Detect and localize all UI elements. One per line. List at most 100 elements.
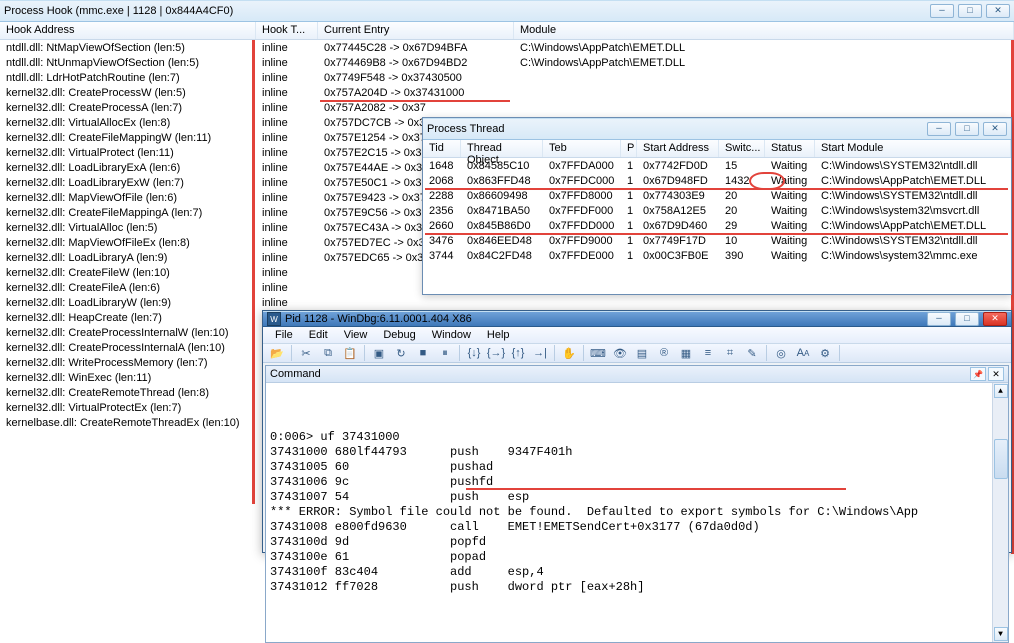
col-start-address[interactable]: Start Address [637, 140, 719, 157]
source-mode-icon[interactable]: ◎ [771, 344, 791, 362]
scrollbar[interactable]: ▲ ▼ [992, 383, 1008, 642]
run-to-cursor-icon[interactable]: →| [530, 344, 550, 362]
windbg-window[interactable]: W Pid 1128 - WinDbg:6.11.0001.404 X86 ─ … [262, 310, 1012, 553]
col-module[interactable]: Module [514, 22, 1014, 39]
close-button[interactable]: ✕ [983, 122, 1007, 136]
watch-window-icon[interactable]: 👁 [610, 344, 630, 362]
scroll-down-icon[interactable]: ▼ [994, 627, 1008, 641]
maximize-button[interactable]: □ [955, 312, 979, 326]
thread-cell-p: 1 [621, 235, 637, 247]
col-switches[interactable]: Switc... [719, 140, 765, 157]
hook-cell-addr: kernel32.dll: WriteProcessMemory (len:7) [0, 357, 256, 369]
minimize-button[interactable]: ─ [930, 4, 954, 18]
main-titlebar[interactable]: Process Hook (mmc.exe | 1128 | 0x844A4CF… [0, 0, 1014, 22]
registers-window-icon[interactable]: ® [654, 344, 674, 362]
maximize-button[interactable]: □ [958, 4, 982, 18]
maximize-button[interactable]: □ [955, 122, 979, 136]
thread-titlebar[interactable]: Process Thread ─ □ ✕ [423, 118, 1011, 140]
thread-row[interactable]: 22880x866094980x7FFD800010x774303E920Wai… [423, 188, 1011, 203]
annotation-underline-entry [320, 100, 510, 102]
menu-edit[interactable]: Edit [301, 327, 336, 343]
open-icon[interactable]: 📂 [267, 344, 287, 362]
col-current-entry[interactable]: Current Entry [318, 22, 514, 39]
thread-row[interactable]: 26600x845B86D00x7FFDD00010x67D9D46029Wai… [423, 218, 1011, 233]
close-panel-icon[interactable]: ✕ [988, 367, 1004, 381]
command-output[interactable]: 0:006> uf 3743100037431000 680lf44793 pu… [266, 383, 1008, 642]
font-icon[interactable]: AA [793, 344, 813, 362]
hook-cell-addr: kernel32.dll: CreateProcessInternalW (le… [0, 327, 256, 339]
thread-column-headers: Tid Thread Object Teb P Start Address Sw… [423, 140, 1011, 158]
scroll-up-icon[interactable]: ▲ [994, 384, 1008, 398]
thread-row[interactable]: 16480x84585C100x7FFDA00010x7742FD0D15Wai… [423, 158, 1011, 173]
hook-row[interactable]: ntdll.dll: NtUnmapViewOfSection (len:5)i… [0, 55, 1011, 70]
go-icon[interactable]: ▣ [369, 344, 389, 362]
breakpoint-icon[interactable]: ✋ [559, 344, 579, 362]
thread-cell-tid: 2356 [423, 205, 461, 217]
paste-icon[interactable]: 📋 [340, 344, 360, 362]
disasm-window-icon[interactable]: ⌗ [720, 344, 740, 362]
menu-debug[interactable]: Debug [375, 327, 423, 343]
thread-row[interactable]: 34760x846EED480x7FFD900010x7749F17D10Wai… [423, 233, 1011, 248]
col-p[interactable]: P [621, 140, 637, 157]
command-panel-title[interactable]: Command 📌 ✕ [266, 366, 1008, 383]
windbg-titlebar[interactable]: W Pid 1128 - WinDbg:6.11.0001.404 X86 ─ … [263, 311, 1011, 327]
thread-row[interactable]: 23560x8471BA500x7FFDF00010x758A12E520Wai… [423, 203, 1011, 218]
close-button[interactable]: ✕ [983, 312, 1007, 326]
windbg-toolbar[interactable]: 📂 ✂ ⧉ 📋 ▣ ↻ ■ ⏸ {↓} {→} {↑} →| ✋ ⌨ 👁 ▤ ®… [263, 344, 1011, 363]
hook-cell-type: inline [256, 267, 318, 279]
locals-window-icon[interactable]: ▤ [632, 344, 652, 362]
thread-row[interactable]: 37440x84C2FD480x7FFDE00010x00C3FB0E390Wa… [423, 248, 1011, 263]
separator [583, 345, 584, 361]
step-into-icon[interactable]: {↓} [464, 344, 484, 362]
hook-row[interactable]: ntdll.dll: LdrHotPatchRoutine (len:7)inl… [0, 70, 1011, 85]
thread-row[interactable]: 20680x863FFD480x7FFDC00010x67D948FD1432W… [423, 173, 1011, 188]
process-thread-window[interactable]: Process Thread ─ □ ✕ Tid Thread Object T… [422, 117, 1012, 295]
col-tid[interactable]: Tid [423, 140, 461, 157]
scroll-thumb[interactable] [994, 439, 1008, 479]
step-over-icon[interactable]: {→} [486, 344, 506, 362]
col-hook-address[interactable]: Hook Address [0, 22, 256, 39]
separator [291, 345, 292, 361]
thread-cell-obj: 0x845B86D0 [461, 220, 543, 232]
col-status[interactable]: Status [765, 140, 815, 157]
annotation-red-bar [252, 40, 255, 504]
thread-rows[interactable]: 16480x84585C100x7FFDA00010x7742FD0D15Wai… [423, 158, 1011, 294]
minimize-button[interactable]: ─ [927, 312, 951, 326]
windbg-menubar[interactable]: FileEditViewDebugWindowHelp [263, 327, 1011, 344]
thread-cell-tid: 1648 [423, 160, 461, 172]
break-icon[interactable]: ⏸ [435, 344, 455, 362]
thread-cell-mod: C:\Windows\SYSTEM32\ntdll.dll [815, 160, 1011, 172]
close-button[interactable]: ✕ [986, 4, 1010, 18]
copy-icon[interactable]: ⧉ [318, 344, 338, 362]
minimize-button[interactable]: ─ [927, 122, 951, 136]
pin-icon[interactable]: 📌 [970, 367, 986, 381]
thread-cell-obj: 0x86609498 [461, 190, 543, 202]
memory-window-icon[interactable]: ▦ [676, 344, 696, 362]
scratch-window-icon[interactable]: ✎ [742, 344, 762, 362]
hook-row[interactable]: kernel32.dll: CreateProcessA (len:7)inli… [0, 100, 1011, 115]
cut-icon[interactable]: ✂ [296, 344, 316, 362]
callstack-window-icon[interactable]: ≡ [698, 344, 718, 362]
command-window-icon[interactable]: ⌨ [588, 344, 608, 362]
thread-cell-mod: C:\Windows\SYSTEM32\ntdll.dll [815, 235, 1011, 247]
menu-file[interactable]: File [267, 327, 301, 343]
thread-cell-switc: 29 [719, 220, 765, 232]
menu-help[interactable]: Help [479, 327, 518, 343]
col-start-module[interactable]: Start Module [815, 140, 1011, 157]
step-out-icon[interactable]: {↑} [508, 344, 528, 362]
stop-icon[interactable]: ■ [413, 344, 433, 362]
col-teb[interactable]: Teb [543, 140, 621, 157]
col-thread-object[interactable]: Thread Object [461, 140, 543, 157]
thread-cell-switc: 1432 [719, 175, 765, 187]
col-hook-type[interactable]: Hook T... [256, 22, 318, 39]
menu-view[interactable]: View [336, 327, 376, 343]
hook-row[interactable]: kernel32.dll: LoadLibraryW (len:9)inline [0, 295, 1011, 310]
command-line: 3743100d 9d popfd [270, 535, 1004, 550]
thread-cell-tid: 2068 [423, 175, 461, 187]
hook-row[interactable]: ntdll.dll: NtMapViewOfSection (len:5)inl… [0, 40, 1011, 55]
restart-icon[interactable]: ↻ [391, 344, 411, 362]
menu-window[interactable]: Window [424, 327, 479, 343]
hook-row[interactable]: kernel32.dll: CreateProcessW (len:5)inli… [0, 85, 1011, 100]
hook-cell-addr: kernel32.dll: VirtualProtectEx (len:7) [0, 402, 256, 414]
options-icon[interactable]: ⚙ [815, 344, 835, 362]
